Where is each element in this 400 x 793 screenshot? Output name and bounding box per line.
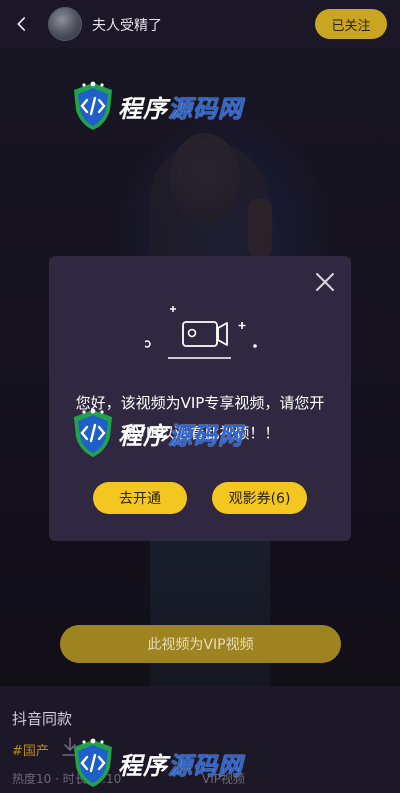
tag-link[interactable]: #国产 xyxy=(12,740,49,759)
vip-required-dialog: 您好，该视频为VIP专享视频，请您开通VIP以观看此视频！！ 去开通 观影券(6… xyxy=(49,256,351,541)
vip-message: 您好，该视频为VIP专享视频，请您开通VIP以观看此视频！！ xyxy=(75,394,325,442)
open-vip-button[interactable]: 去开通 xyxy=(93,482,187,514)
video-camera-icon xyxy=(143,296,265,366)
video-page: 夫人受精了 已关注 程序源码网 您好，该视频为VIP专享视频，请您开通VIP以观… xyxy=(0,0,400,793)
video-stats: 热度10 · 时长00:10 xyxy=(12,772,122,786)
video-title: 抖音同款 xyxy=(12,710,73,728)
video-meta: 热度10 · 时长00:10 VIP视频 xyxy=(12,770,245,787)
back-arrow-icon[interactable] xyxy=(10,12,34,36)
vip-video-button[interactable]: 此视频为VIP视频 xyxy=(60,625,341,663)
avatar[interactable] xyxy=(48,7,82,41)
top-bar: 夫人受精了 已关注 xyxy=(0,0,400,48)
video-info: 抖音同款 #国产 热度10 · 时长00:10 VIP视频 xyxy=(0,686,400,793)
vip-label: VIP视频 xyxy=(202,772,245,786)
close-icon[interactable] xyxy=(313,270,337,294)
follow-button[interactable]: 已关注 xyxy=(315,9,387,39)
username[interactable]: 夫人受精了 xyxy=(92,15,162,35)
coupon-button[interactable]: 观影券(6) xyxy=(212,482,307,514)
download-icon[interactable] xyxy=(60,736,80,758)
